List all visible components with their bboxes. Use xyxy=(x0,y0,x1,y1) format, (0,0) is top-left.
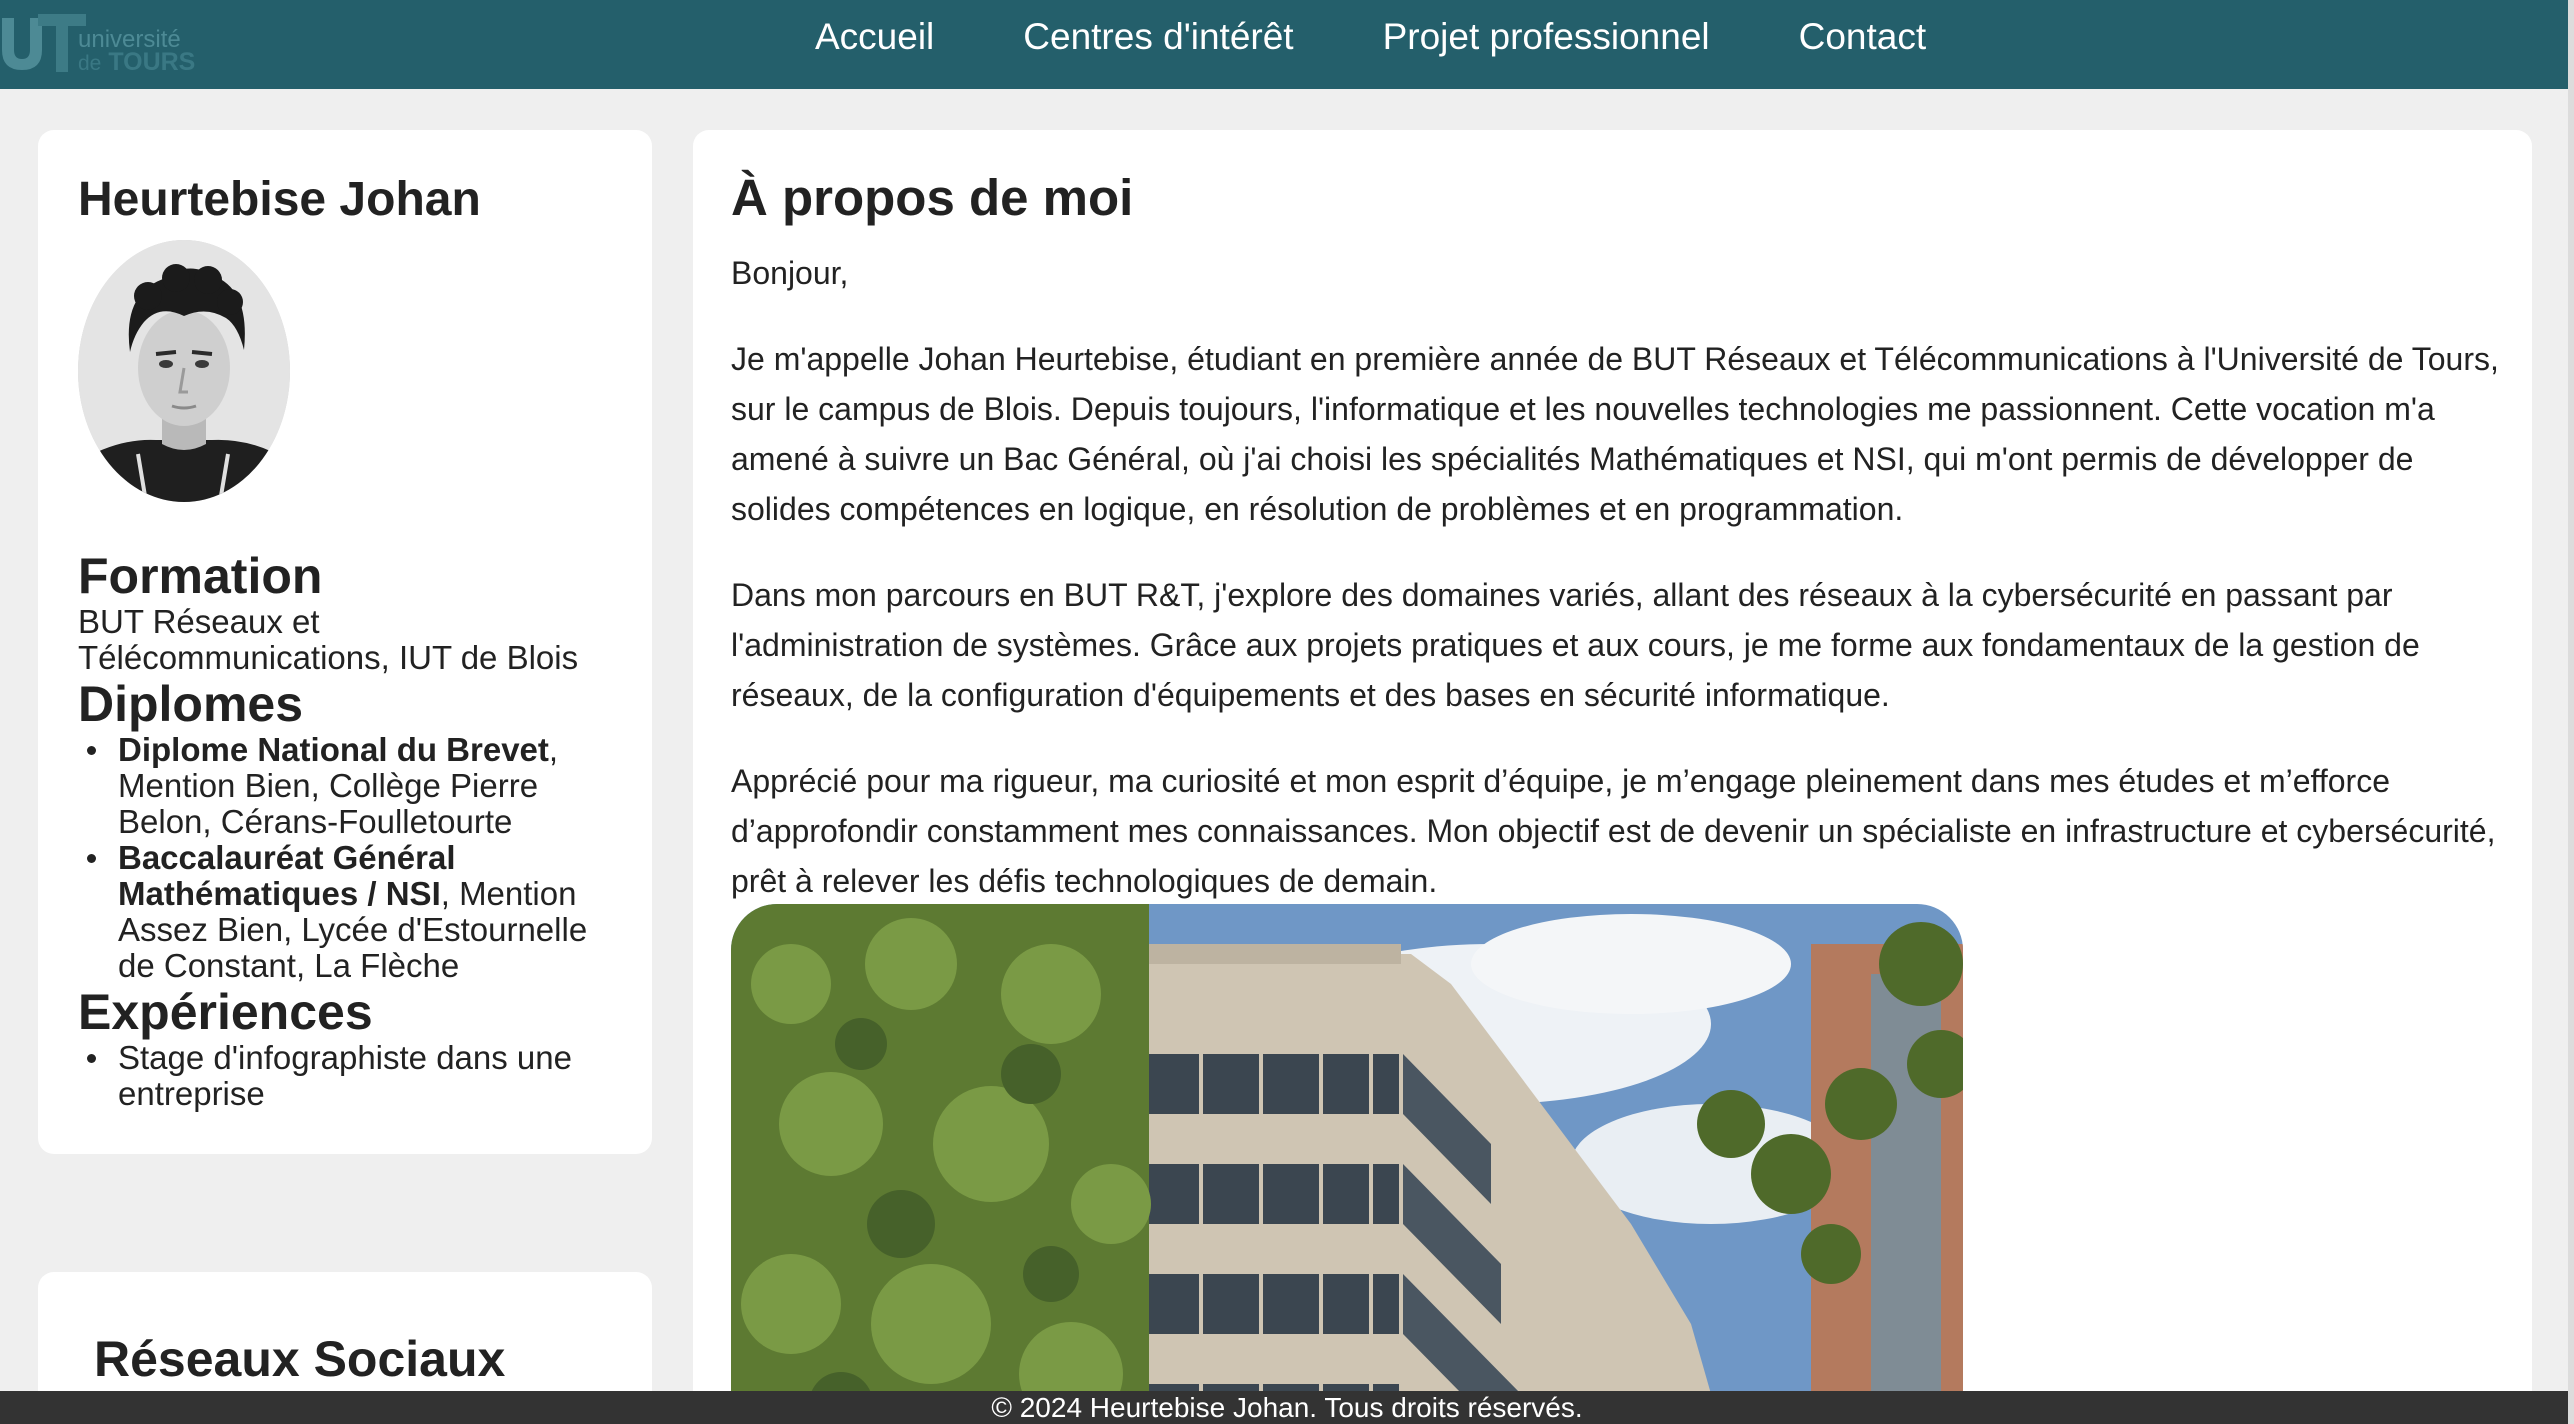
nav-link-contact[interactable]: Contact xyxy=(1799,16,1927,58)
profile-sidebar-card: Heurtebise Johan Formation BUT Réseaux e… xyxy=(38,130,652,1154)
logo-line-2-prefix: de xyxy=(78,52,102,75)
about-heading: À propos de moi xyxy=(731,169,1134,226)
avatar xyxy=(78,240,290,502)
about-paragraph-2: Dans mon parcours en BUT R&T, j'explore … xyxy=(731,577,2420,713)
campus-building-image xyxy=(731,904,1963,1424)
top-navigation-bar: université de TOURS Accueil Centres d'in… xyxy=(0,0,2574,89)
university-logo[interactable]: université de TOURS xyxy=(0,6,210,76)
nav-link-accueil[interactable]: Accueil xyxy=(815,16,934,58)
about-content: À propos de moi Bonjour, Je m'appelle Jo… xyxy=(731,166,2501,906)
about-paragraph-1: Je m'appelle Johan Heurtebise, étudiant … xyxy=(731,341,2499,527)
nav-link-centres-interet[interactable]: Centres d'intérêt xyxy=(1023,16,1293,58)
page-footer: © 2024 Heurtebise Johan. Tous droits rés… xyxy=(0,1391,2574,1424)
university-logo-text: université de TOURS xyxy=(78,28,196,76)
list-item: Diplome National du Brevet, Mention Bien… xyxy=(78,732,618,840)
logo-line-2-main: TOURS xyxy=(108,48,196,76)
list-item: Baccalauréat Général Mathématiques / NSI… xyxy=(78,840,618,984)
formation-text: BUT Réseaux et Télécommunications, IUT d… xyxy=(78,603,579,676)
greeting-text: Bonjour, xyxy=(731,255,849,291)
experiences-heading: Expériences xyxy=(78,984,373,1040)
logo-line-2: de TOURS xyxy=(78,48,196,76)
social-networks-heading: Réseaux Sociaux xyxy=(94,1331,506,1387)
window-scrollbar[interactable] xyxy=(2568,0,2574,1424)
diplomes-heading: Diplomes xyxy=(78,676,304,732)
experiences-list: Stage d'infographiste dans une entrepris… xyxy=(78,1040,652,1112)
diplome-title: Diplome National du Brevet xyxy=(118,731,549,768)
diplome-title: Baccalauréat Général Mathématiques / NSI xyxy=(118,839,456,912)
avatar-portrait-image xyxy=(78,240,290,502)
main-nav: Accueil Centres d'intérêt Projet profess… xyxy=(815,0,1926,74)
nav-link-projet-professionnel[interactable]: Projet professionnel xyxy=(1383,16,1710,58)
formation-heading: Formation xyxy=(78,548,323,604)
diplomes-list: Diplome National du Brevet, Mention Bien… xyxy=(78,732,652,984)
about-paragraph-3: Apprécié pour ma rigueur, ma curiosité e… xyxy=(731,763,2496,899)
profile-name: Heurtebise Johan xyxy=(78,173,481,226)
campus-photo xyxy=(731,904,1963,1424)
university-logo-mark xyxy=(2,14,86,72)
about-card: À propos de moi Bonjour, Je m'appelle Jo… xyxy=(693,130,2532,1424)
list-item: Stage d'infographiste dans une entrepris… xyxy=(78,1040,618,1112)
